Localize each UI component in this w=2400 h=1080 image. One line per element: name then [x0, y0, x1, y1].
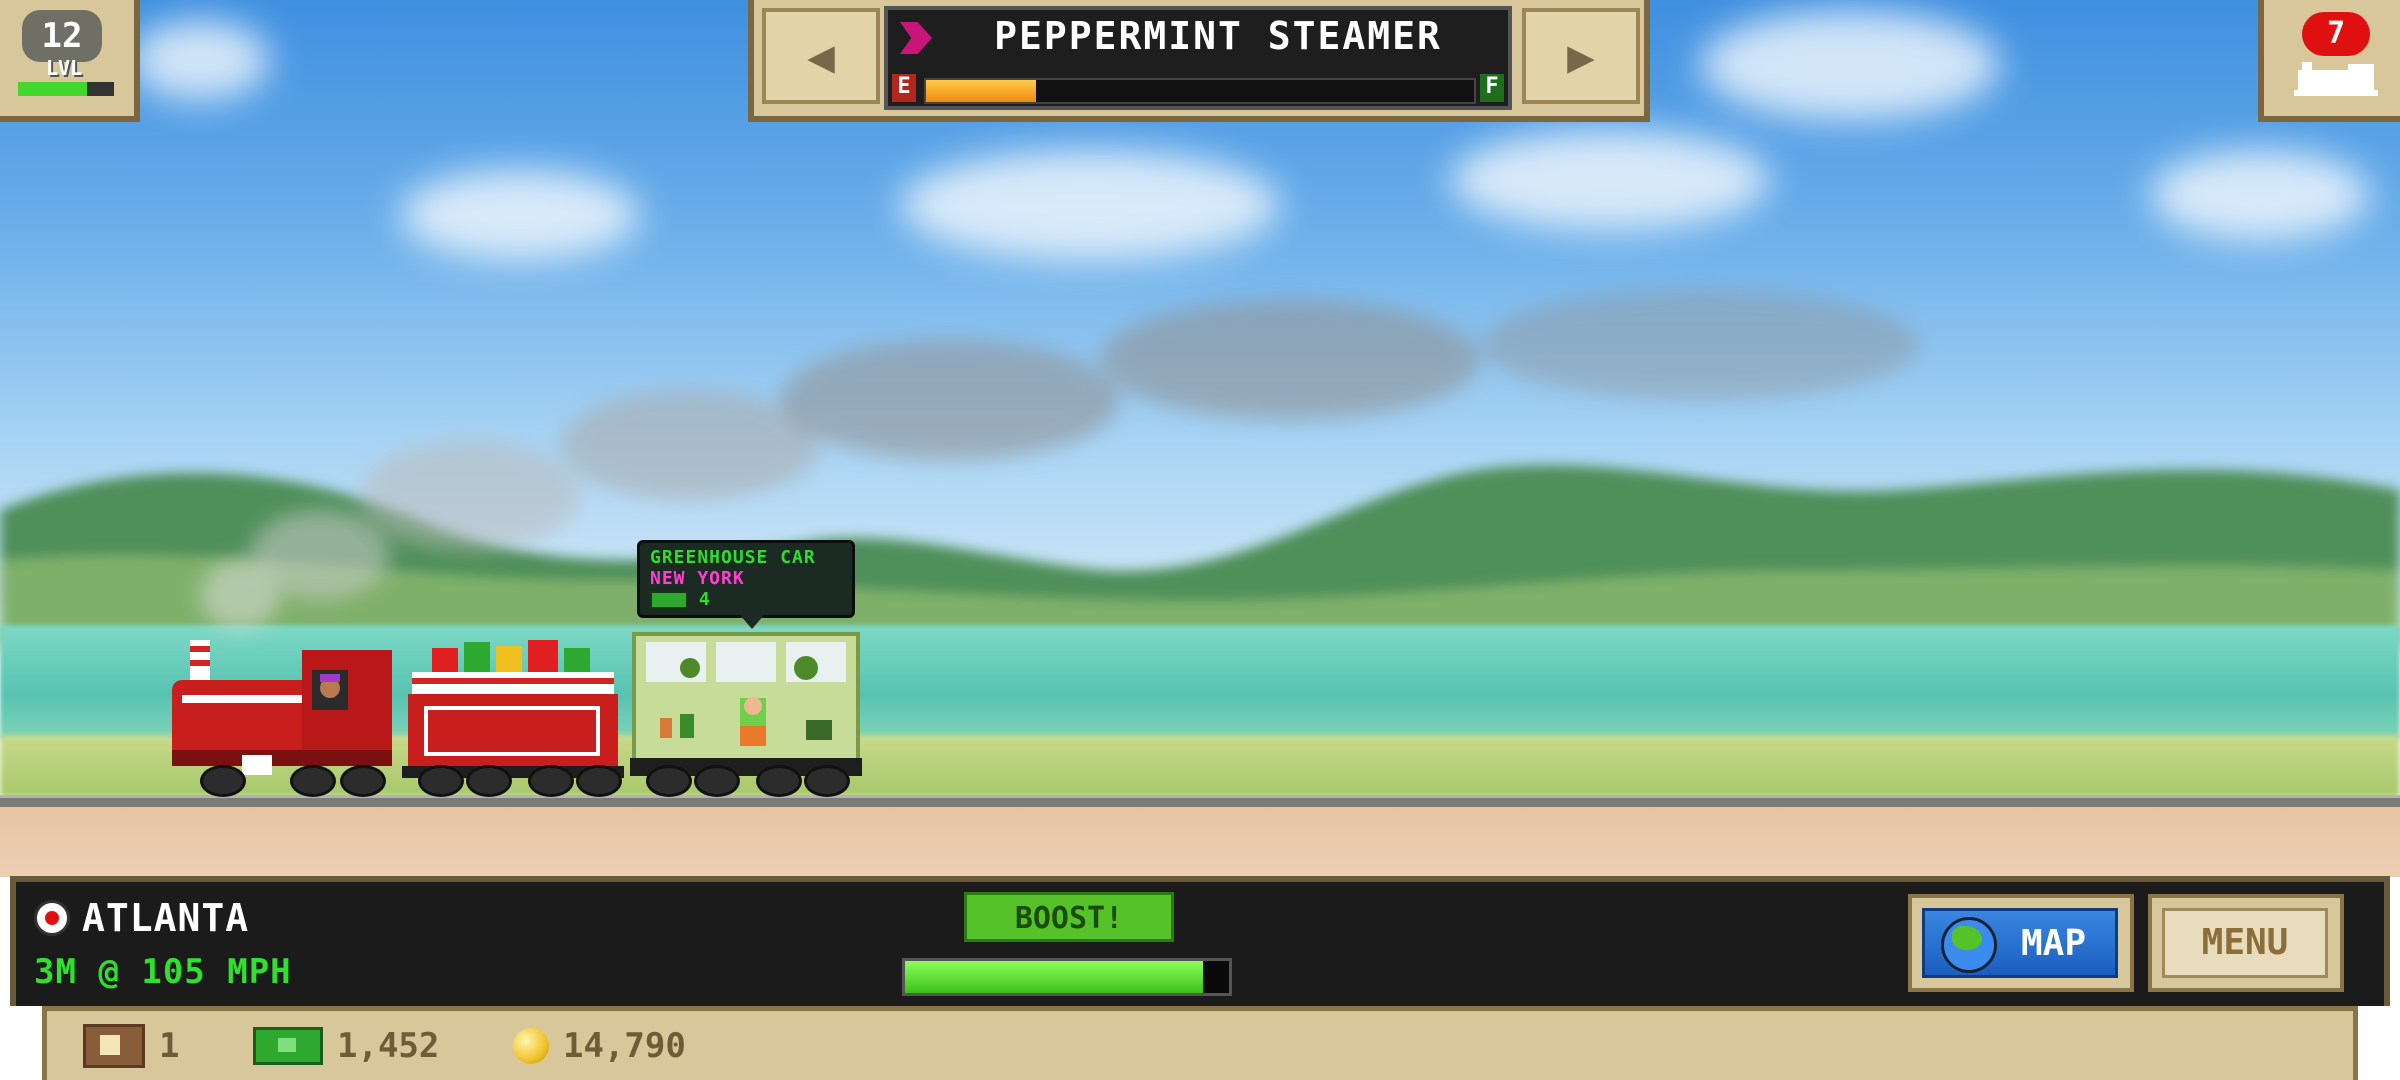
distance-speed: 3M @ 105 MPH — [34, 952, 292, 992]
cash-counter[interactable]: 1,452 — [253, 1021, 439, 1071]
ticket-train-icon — [2294, 62, 2378, 96]
next-train-button[interactable]: ▶ — [1522, 8, 1640, 104]
cloud — [400, 170, 640, 260]
smoke — [780, 340, 1120, 460]
crate-icon — [83, 1024, 145, 1068]
fuel-track — [924, 78, 1476, 104]
cloud — [130, 20, 270, 100]
globe-icon — [1941, 917, 1997, 973]
prev-train-button[interactable]: ◀ — [762, 8, 880, 104]
wheel — [646, 765, 692, 797]
cash-icon — [253, 1027, 323, 1065]
cloud — [900, 150, 1280, 260]
wheel — [756, 765, 802, 797]
wheel — [418, 765, 464, 797]
crates-counter[interactable]: 1 — [83, 1021, 179, 1071]
game-scene: GREENHOUSE CAR NEW YORK 4 12 LVL ◀ ▶ PEP… — [0, 0, 2400, 1080]
ground — [0, 807, 2400, 877]
map-button[interactable]: MAP — [1908, 894, 2134, 992]
cargo-tooltip: GREENHOUSE CAR NEW YORK 4 — [637, 540, 855, 629]
menu-button[interactable]: MENU — [2148, 894, 2344, 992]
train-name: PEPPERMINT STEAMER — [994, 14, 1442, 58]
wheel — [694, 765, 740, 797]
train-tickets-button[interactable]: 7 — [2258, 0, 2400, 122]
wheel — [528, 765, 574, 797]
boost-meter-fill — [905, 961, 1204, 993]
level-badge[interactable]: 12 LVL — [0, 0, 140, 122]
chevron-right-icon: ▶ — [1567, 29, 1595, 83]
map-label: MAP — [2021, 923, 2087, 964]
tooltip-destination: NEW YORK — [650, 568, 745, 589]
cargo-icon — [650, 591, 688, 609]
cash-value: 1,452 — [337, 1026, 440, 1066]
station-icon — [34, 900, 70, 936]
fuel-fill — [926, 80, 1036, 102]
wheel — [290, 765, 336, 797]
tooltip-quantity: 4 — [698, 589, 710, 610]
train-title-panel: PEPPERMINT STEAMER E F — [884, 6, 1512, 110]
cloud — [1700, 10, 2000, 120]
level-progress-bar — [18, 82, 114, 96]
wheel — [466, 765, 512, 797]
level-number: 12 — [22, 10, 102, 62]
map-button-face: MAP — [1922, 908, 2118, 978]
tooltip-car-type: GREENHOUSE CAR — [650, 547, 816, 568]
coin-icon — [513, 1028, 549, 1064]
boost-button[interactable]: BOOST! — [964, 892, 1174, 942]
smoke — [1480, 290, 1920, 400]
wheel — [200, 765, 246, 797]
fuel-empty-label: E — [892, 74, 916, 102]
tooltip-quantity-row: 4 — [650, 589, 842, 610]
level-progress-fill — [18, 82, 88, 96]
smoke — [250, 510, 390, 600]
boost-meter — [902, 958, 1232, 996]
chevron-left-icon: ◀ — [807, 29, 835, 83]
wheel — [804, 765, 850, 797]
smoke — [1100, 300, 1480, 420]
crates-value: 1 — [159, 1026, 180, 1066]
menu-label: MENU — [2162, 908, 2328, 978]
tooltip-pointer — [740, 615, 764, 629]
cloud — [2150, 150, 2370, 240]
coins-value: 14,790 — [563, 1026, 686, 1066]
tickets-count: 7 — [2302, 12, 2370, 56]
wheel — [576, 765, 622, 797]
level-label: LVL — [45, 56, 83, 80]
bottom-hud: ATLANTA 3M @ 105 MPH BOOST! MAP MENU — [10, 876, 2390, 1006]
cloud — [1450, 130, 1770, 230]
current-station: ATLANTA — [82, 896, 250, 940]
fuel-full-label: F — [1480, 74, 1504, 102]
coins-counter[interactable]: 14,790 — [513, 1021, 686, 1071]
fuel-gauge: E F — [888, 68, 1508, 106]
resource-bar: 1 1,452 14,790 — [42, 1006, 2358, 1080]
wheel — [340, 765, 386, 797]
train-icon — [900, 22, 932, 54]
smoke — [360, 440, 580, 550]
